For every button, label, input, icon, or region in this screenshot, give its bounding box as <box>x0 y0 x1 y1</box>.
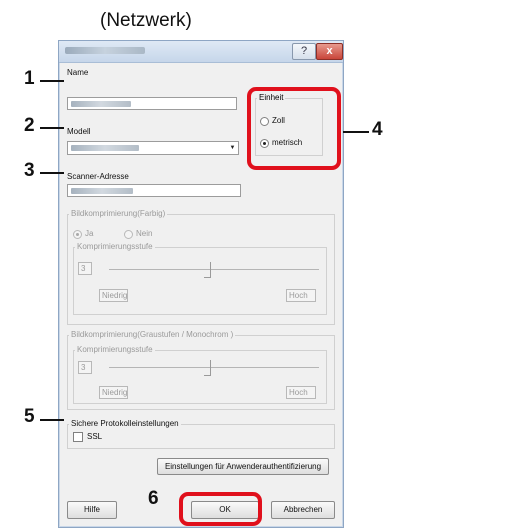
scanner-address-value-blurred <box>71 188 133 194</box>
color-level-slider-thumb-foot <box>204 277 211 278</box>
callout-4: 4 <box>372 119 383 140</box>
user-auth-settings-button[interactable]: Einstellungen für Anwenderauthentifizier… <box>157 458 329 475</box>
color-compression-title: Bildkomprimierung(Farbig) <box>69 209 168 218</box>
unit-highlight-frame <box>247 87 341 170</box>
scanner-address-input[interactable] <box>67 184 241 197</box>
gray-level-low-label: Niedrig <box>99 386 128 399</box>
callout-3: 3 <box>24 160 35 181</box>
ssl-label: SSL <box>87 432 103 441</box>
ssl-checkbox[interactable] <box>73 432 83 442</box>
gray-level-slider-thumb[interactable] <box>210 360 211 376</box>
color-level-slider-thumb[interactable] <box>210 262 211 278</box>
page-heading: (Netzwerk) <box>100 10 192 31</box>
name-input[interactable] <box>67 97 237 110</box>
protocol-title: Sichere Protokolleinstellungen <box>69 419 181 428</box>
title-text-blurred <box>65 47 145 54</box>
callout-5: 5 <box>24 406 35 427</box>
close-icon[interactable]: x <box>316 43 343 60</box>
callout-4-line <box>343 131 369 133</box>
color-level-low-label: Niedrig <box>99 289 128 302</box>
callout-6: 6 <box>148 488 159 509</box>
callout-1: 1 <box>24 68 35 89</box>
callout-3-line <box>40 172 64 174</box>
gray-compression-title: Bildkomprimierung(Graustufen / Monochrom… <box>69 330 236 339</box>
color-level-groupbox <box>73 247 327 315</box>
callout-2: 2 <box>24 115 35 136</box>
help-button[interactable]: Hilfe <box>67 501 117 519</box>
color-level-title: Komprimierungsstufe <box>75 242 155 251</box>
model-select[interactable]: ▼ <box>67 141 239 155</box>
cancel-button[interactable]: Abbrechen <box>271 501 335 519</box>
model-value-blurred <box>71 145 139 151</box>
gray-level-value: 3 <box>78 361 92 374</box>
radio-selected-dot <box>76 233 79 236</box>
color-level-high-label: Hoch <box>286 289 316 302</box>
color-compression-no-radio[interactable] <box>124 230 133 239</box>
name-label: Name <box>67 68 89 77</box>
model-label: Modell <box>67 127 91 136</box>
color-compression-no-label: Nein <box>136 229 153 238</box>
help-icon[interactable]: ? <box>292 43 316 60</box>
color-compression-yes-radio[interactable] <box>73 230 82 239</box>
callout-5-line <box>40 419 64 421</box>
color-level-slider-track[interactable] <box>109 269 319 270</box>
name-value-blurred <box>71 101 131 107</box>
gray-level-slider-track[interactable] <box>109 367 319 368</box>
callout-2-line <box>40 127 64 129</box>
gray-level-title: Komprimierungsstufe <box>75 345 155 354</box>
color-level-value: 3 <box>78 262 92 275</box>
callout-1-line <box>40 80 64 82</box>
gray-level-high-label: Hoch <box>286 386 316 399</box>
title-bar: ? x <box>59 41 343 63</box>
chevron-down-icon[interactable]: ▼ <box>228 143 237 154</box>
scanner-address-label: Scanner-Adresse <box>67 172 129 181</box>
color-compression-yes-label: Ja <box>85 229 94 238</box>
ok-highlight-frame <box>179 492 262 526</box>
gray-level-slider-thumb-foot <box>204 375 211 376</box>
